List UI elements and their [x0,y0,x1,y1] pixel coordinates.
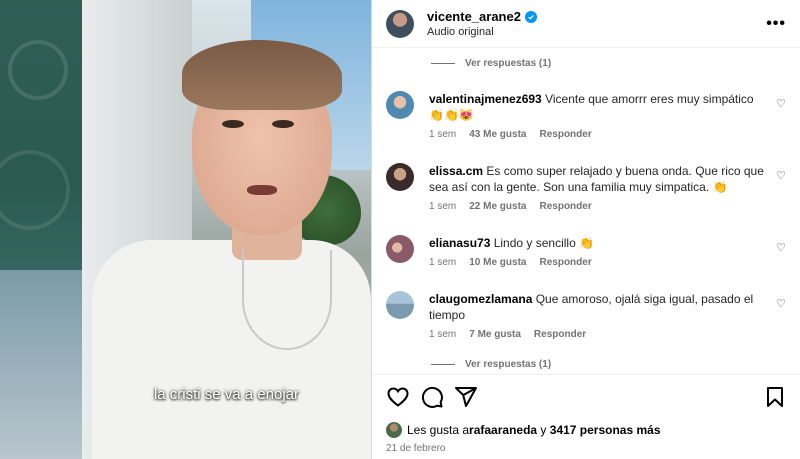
post-header: vicente_arane2 Audio original ••• [372,0,800,48]
reply-button[interactable]: Responder [539,129,591,140]
comment-like-heart-icon[interactable]: ♡ [776,169,786,182]
reply-button[interactable]: Responder [539,257,591,268]
comment-avatar[interactable] [386,91,414,119]
comment-username[interactable]: elianasu73 [429,236,490,250]
video-player[interactable]: la cristi se va a enojar [82,0,371,459]
comment-avatar[interactable] [386,235,414,263]
view-replies-label: Ver respuestas (1) [465,359,552,370]
author-avatar[interactable] [386,9,414,38]
background-strip [0,0,82,459]
comment-body: elissa.cm Es como super relajado y buena… [429,163,764,195]
video-caption: la cristi se va a enojar [153,386,300,403]
post-actions: Les gusta a rafaaraneda y 3417 personas … [372,374,800,459]
comment-body: valentinajmenez693 Vicente que amorrr er… [429,91,764,123]
liker-avatar[interactable] [386,422,402,438]
view-replies-label: Ver respuestas (1) [465,58,552,69]
comment-like-heart-icon[interactable]: ♡ [776,97,786,110]
reply-button[interactable]: Responder [539,201,591,212]
comment-likes[interactable]: 10 Me gusta [469,257,526,268]
likes-summary[interactable]: Les gusta a rafaaraneda y 3417 personas … [386,422,661,438]
replies-line [431,63,455,64]
comment-body: claugomezlamana Que amoroso, ojalá siga … [429,291,764,323]
comment-time: 1 sem [429,257,457,268]
background-decoration [8,40,68,100]
comment-likes[interactable]: 43 Me gusta [469,129,526,140]
video-person-necklace [242,250,332,350]
comment-text: Lindo y sencillo 👏 [493,236,595,250]
liker-username[interactable]: rafaaraneda [469,423,537,437]
view-replies-button[interactable]: Ver respuestas (1) [431,58,551,69]
comments-list[interactable]: Ver respuestas (1) valentinajmenez693 Vi… [372,48,800,374]
video-person-eye [222,120,244,128]
view-replies-button[interactable]: Ver respuestas (1) [431,359,551,370]
comment-like-heart-icon[interactable]: ♡ [776,297,786,310]
comment-username[interactable]: claugomezlamana [429,292,532,306]
comment-username[interactable]: elissa.cm [429,164,483,178]
bookmark-icon[interactable] [763,385,787,409]
author-name-row: vicente_arane2 [427,9,766,24]
author-username[interactable]: vicente_arane2 [427,9,521,24]
replies-line [431,364,455,365]
likes-prefix: Les gusta a [407,423,470,437]
share-send-icon[interactable] [454,385,478,409]
comment-likes[interactable]: 7 Me gusta [469,329,521,340]
comment-avatar[interactable] [386,291,414,319]
more-options-button[interactable]: ••• [766,15,786,33]
comment-meta: 1 sem 10 Me gusta Responder [429,257,592,268]
comment-body: elianasu73 Lindo y sencillo 👏 [429,235,764,251]
video-person-mouth [247,185,277,195]
video-person-eye [272,120,294,128]
comment-meta: 1 sem 22 Me gusta Responder [429,201,592,212]
video-person-hair [182,40,342,110]
comment-username[interactable]: valentinajmenez693 [429,92,542,106]
background-decoration [0,150,70,230]
verified-badge-icon [524,10,537,23]
likes-middle: y [537,423,550,437]
comment-meta: 1 sem 43 Me gusta Responder [429,129,592,140]
background-sea [0,270,82,459]
comment-like-heart-icon[interactable]: ♡ [776,241,786,254]
comment-time: 1 sem [429,329,457,340]
comment-avatar[interactable] [386,163,414,191]
likes-count[interactable]: 3417 personas más [550,423,661,437]
post-date[interactable]: 21 de febrero [386,443,446,454]
comment-likes[interactable]: 22 Me gusta [469,201,526,212]
post-panel: vicente_arane2 Audio original ••• Ver re… [371,0,800,459]
audio-label[interactable]: Audio original [427,26,766,38]
comment-bubble-icon[interactable] [420,385,444,409]
comment-time: 1 sem [429,201,457,212]
comment-time: 1 sem [429,129,457,140]
action-icons-row [386,385,787,411]
like-heart-icon[interactable] [386,385,410,409]
author-info: vicente_arane2 Audio original [427,9,766,38]
reply-button[interactable]: Responder [534,329,586,340]
comment-meta: 1 sem 7 Me gusta Responder [429,329,586,340]
